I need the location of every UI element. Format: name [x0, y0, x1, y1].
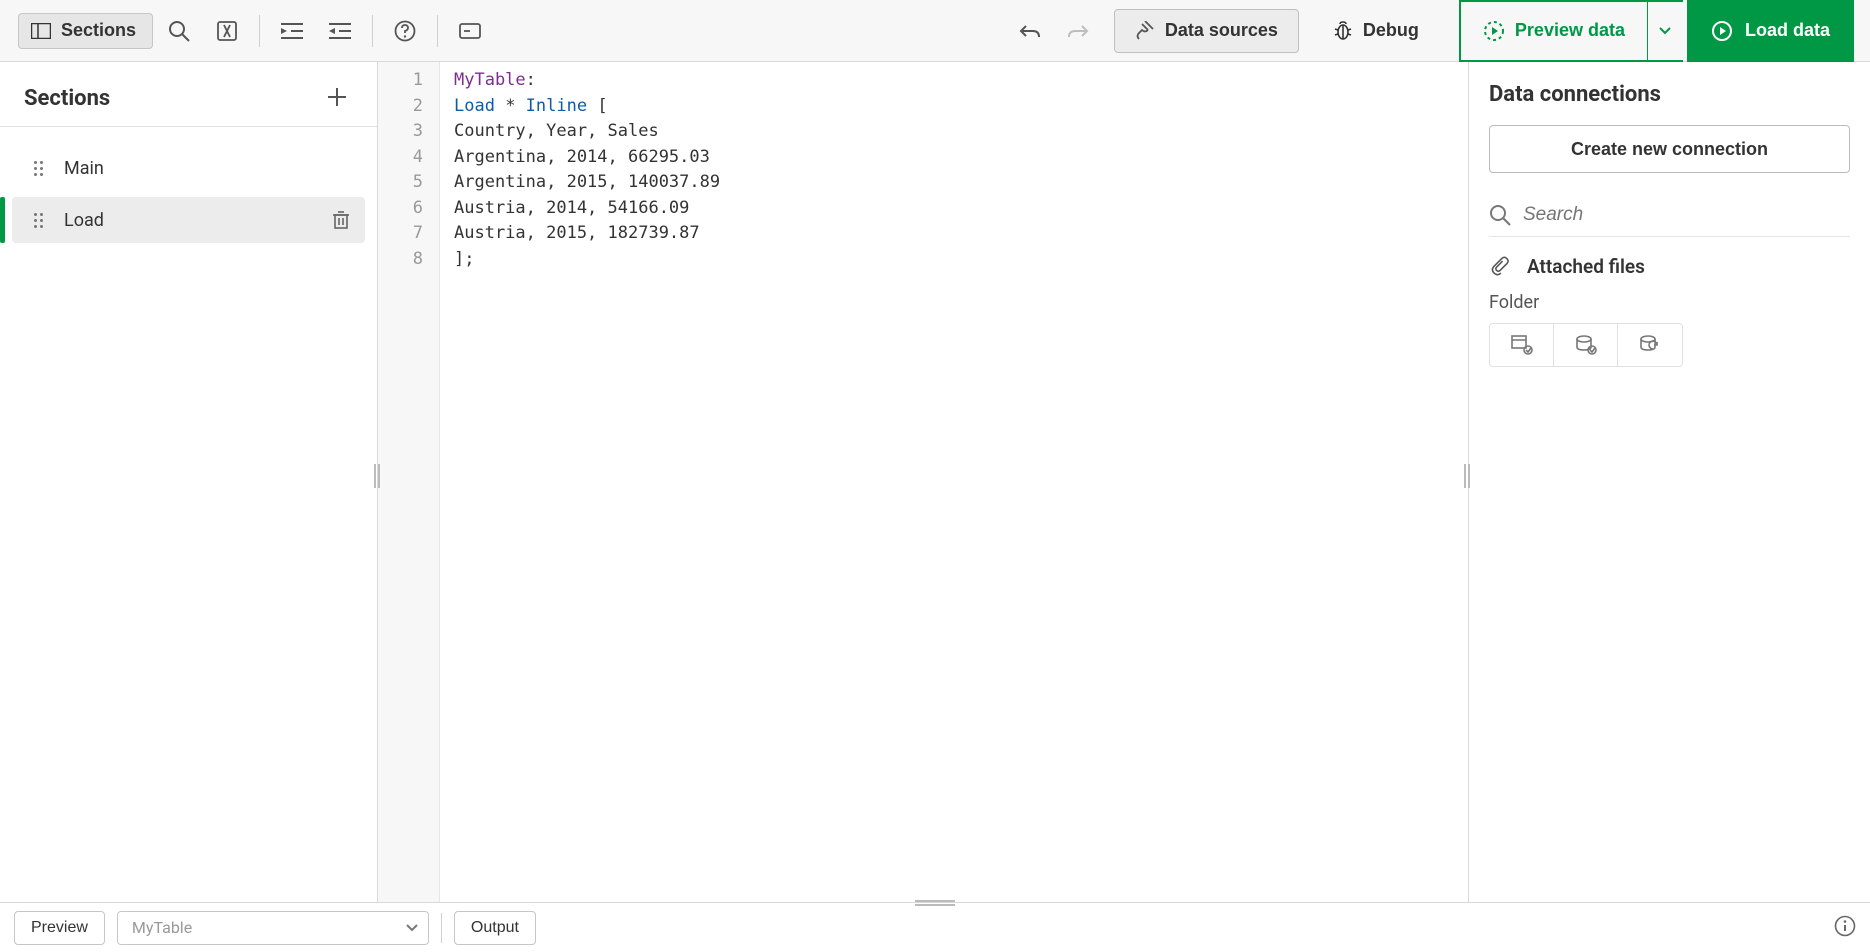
- section-row-main[interactable]: Main: [12, 145, 365, 191]
- preview-data-label: Preview data: [1515, 20, 1625, 41]
- preview-table-select[interactable]: MyTable: [117, 911, 429, 945]
- play-icon: [1711, 20, 1733, 42]
- folder-action-insert[interactable]: [1554, 324, 1618, 366]
- undo-icon: [1019, 22, 1041, 40]
- plug-icon: [1135, 21, 1155, 41]
- db-refresh-icon: [1639, 335, 1661, 355]
- sections-panel: Sections Main Load: [0, 62, 378, 902]
- splitter-bottom[interactable]: [915, 898, 955, 908]
- section-row-load[interactable]: Load: [12, 197, 365, 243]
- load-data-label: Load data: [1745, 20, 1830, 41]
- redo-icon: [1067, 22, 1089, 40]
- db-select-icon: [1511, 335, 1533, 355]
- data-sources-label: Data sources: [1165, 20, 1278, 41]
- main-area: Sections Main Load 12345678 MyTable:Load …: [0, 62, 1870, 902]
- preview-data-dropdown[interactable]: [1647, 2, 1683, 60]
- top-toolbar: Sections Data sourc: [0, 0, 1870, 62]
- panel-icon: [31, 23, 51, 39]
- connections-title: Data connections: [1489, 82, 1850, 107]
- search-icon: [1489, 204, 1511, 226]
- sections-title: Sections: [24, 86, 110, 111]
- insert-icon: [459, 23, 481, 39]
- create-connection-button[interactable]: Create new connection: [1489, 125, 1850, 173]
- connections-panel: Data connections Create new connection A…: [1468, 62, 1870, 902]
- outdent-icon: [329, 22, 351, 40]
- comment-icon: [217, 21, 237, 41]
- indent-button[interactable]: [270, 9, 314, 53]
- code-editor[interactable]: MyTable:Load * Inline [Country, Year, Sa…: [440, 62, 1468, 902]
- preview-data-group: Preview data: [1459, 0, 1683, 62]
- info-icon: [1834, 915, 1856, 937]
- search-icon: [168, 20, 190, 42]
- search-button[interactable]: [157, 9, 201, 53]
- folder-action-refresh[interactable]: [1618, 324, 1682, 366]
- help-button[interactable]: [383, 9, 427, 53]
- comment-button[interactable]: [205, 9, 249, 53]
- folder-actions: [1489, 323, 1683, 367]
- help-icon: [394, 20, 416, 42]
- drag-handle-icon[interactable]: [34, 161, 46, 176]
- folder-action-select[interactable]: [1490, 324, 1554, 366]
- bottom-bar: Preview MyTable Output: [0, 902, 1870, 952]
- plus-icon: [328, 88, 346, 106]
- attached-files-label: Attached files: [1527, 255, 1645, 278]
- sections-toggle-button[interactable]: Sections: [18, 13, 153, 49]
- load-data-button[interactable]: Load data: [1687, 0, 1854, 62]
- db-insert-icon: [1575, 335, 1597, 355]
- indent-icon: [281, 22, 303, 40]
- section-label: Main: [64, 158, 104, 179]
- undo-button[interactable]: [1008, 9, 1052, 53]
- preview-table-placeholder: MyTable: [132, 918, 192, 937]
- line-gutter: 12345678: [378, 62, 440, 902]
- toolbar-divider: [372, 15, 373, 47]
- info-button[interactable]: [1834, 915, 1856, 941]
- toolbar-divider: [259, 15, 260, 47]
- redo-button[interactable]: [1056, 9, 1100, 53]
- preview-data-button[interactable]: Preview data: [1461, 2, 1647, 60]
- trash-icon: [333, 211, 349, 229]
- sections-toggle-label: Sections: [61, 20, 136, 41]
- chevron-down-icon: [1659, 27, 1671, 35]
- delete-section-button[interactable]: [333, 211, 349, 229]
- debug-button[interactable]: Debug: [1317, 9, 1435, 53]
- connection-search: [1489, 193, 1850, 237]
- add-section-button[interactable]: [321, 82, 353, 114]
- data-sources-button[interactable]: Data sources: [1114, 9, 1299, 53]
- insert-button[interactable]: [448, 9, 492, 53]
- splitter-right[interactable]: [1464, 464, 1470, 488]
- bottom-divider: [441, 913, 442, 943]
- bug-icon: [1333, 21, 1353, 41]
- folder-label: Folder: [1489, 292, 1850, 313]
- chevron-down-icon: [406, 924, 418, 932]
- debug-label: Debug: [1363, 20, 1419, 41]
- drag-handle-icon[interactable]: [34, 213, 46, 228]
- splitter-left[interactable]: [374, 464, 380, 488]
- preview-icon: [1483, 20, 1505, 42]
- preview-tab-button[interactable]: Preview: [14, 911, 105, 945]
- attachment-icon: [1489, 256, 1511, 278]
- outdent-button[interactable]: [318, 9, 362, 53]
- code-editor-area: 12345678 MyTable:Load * Inline [Country,…: [378, 62, 1468, 902]
- output-tab-button[interactable]: Output: [454, 911, 536, 945]
- attached-files-header: Attached files: [1489, 255, 1850, 278]
- section-label: Load: [64, 210, 104, 231]
- connection-search-input[interactable]: [1523, 204, 1850, 226]
- toolbar-divider: [437, 15, 438, 47]
